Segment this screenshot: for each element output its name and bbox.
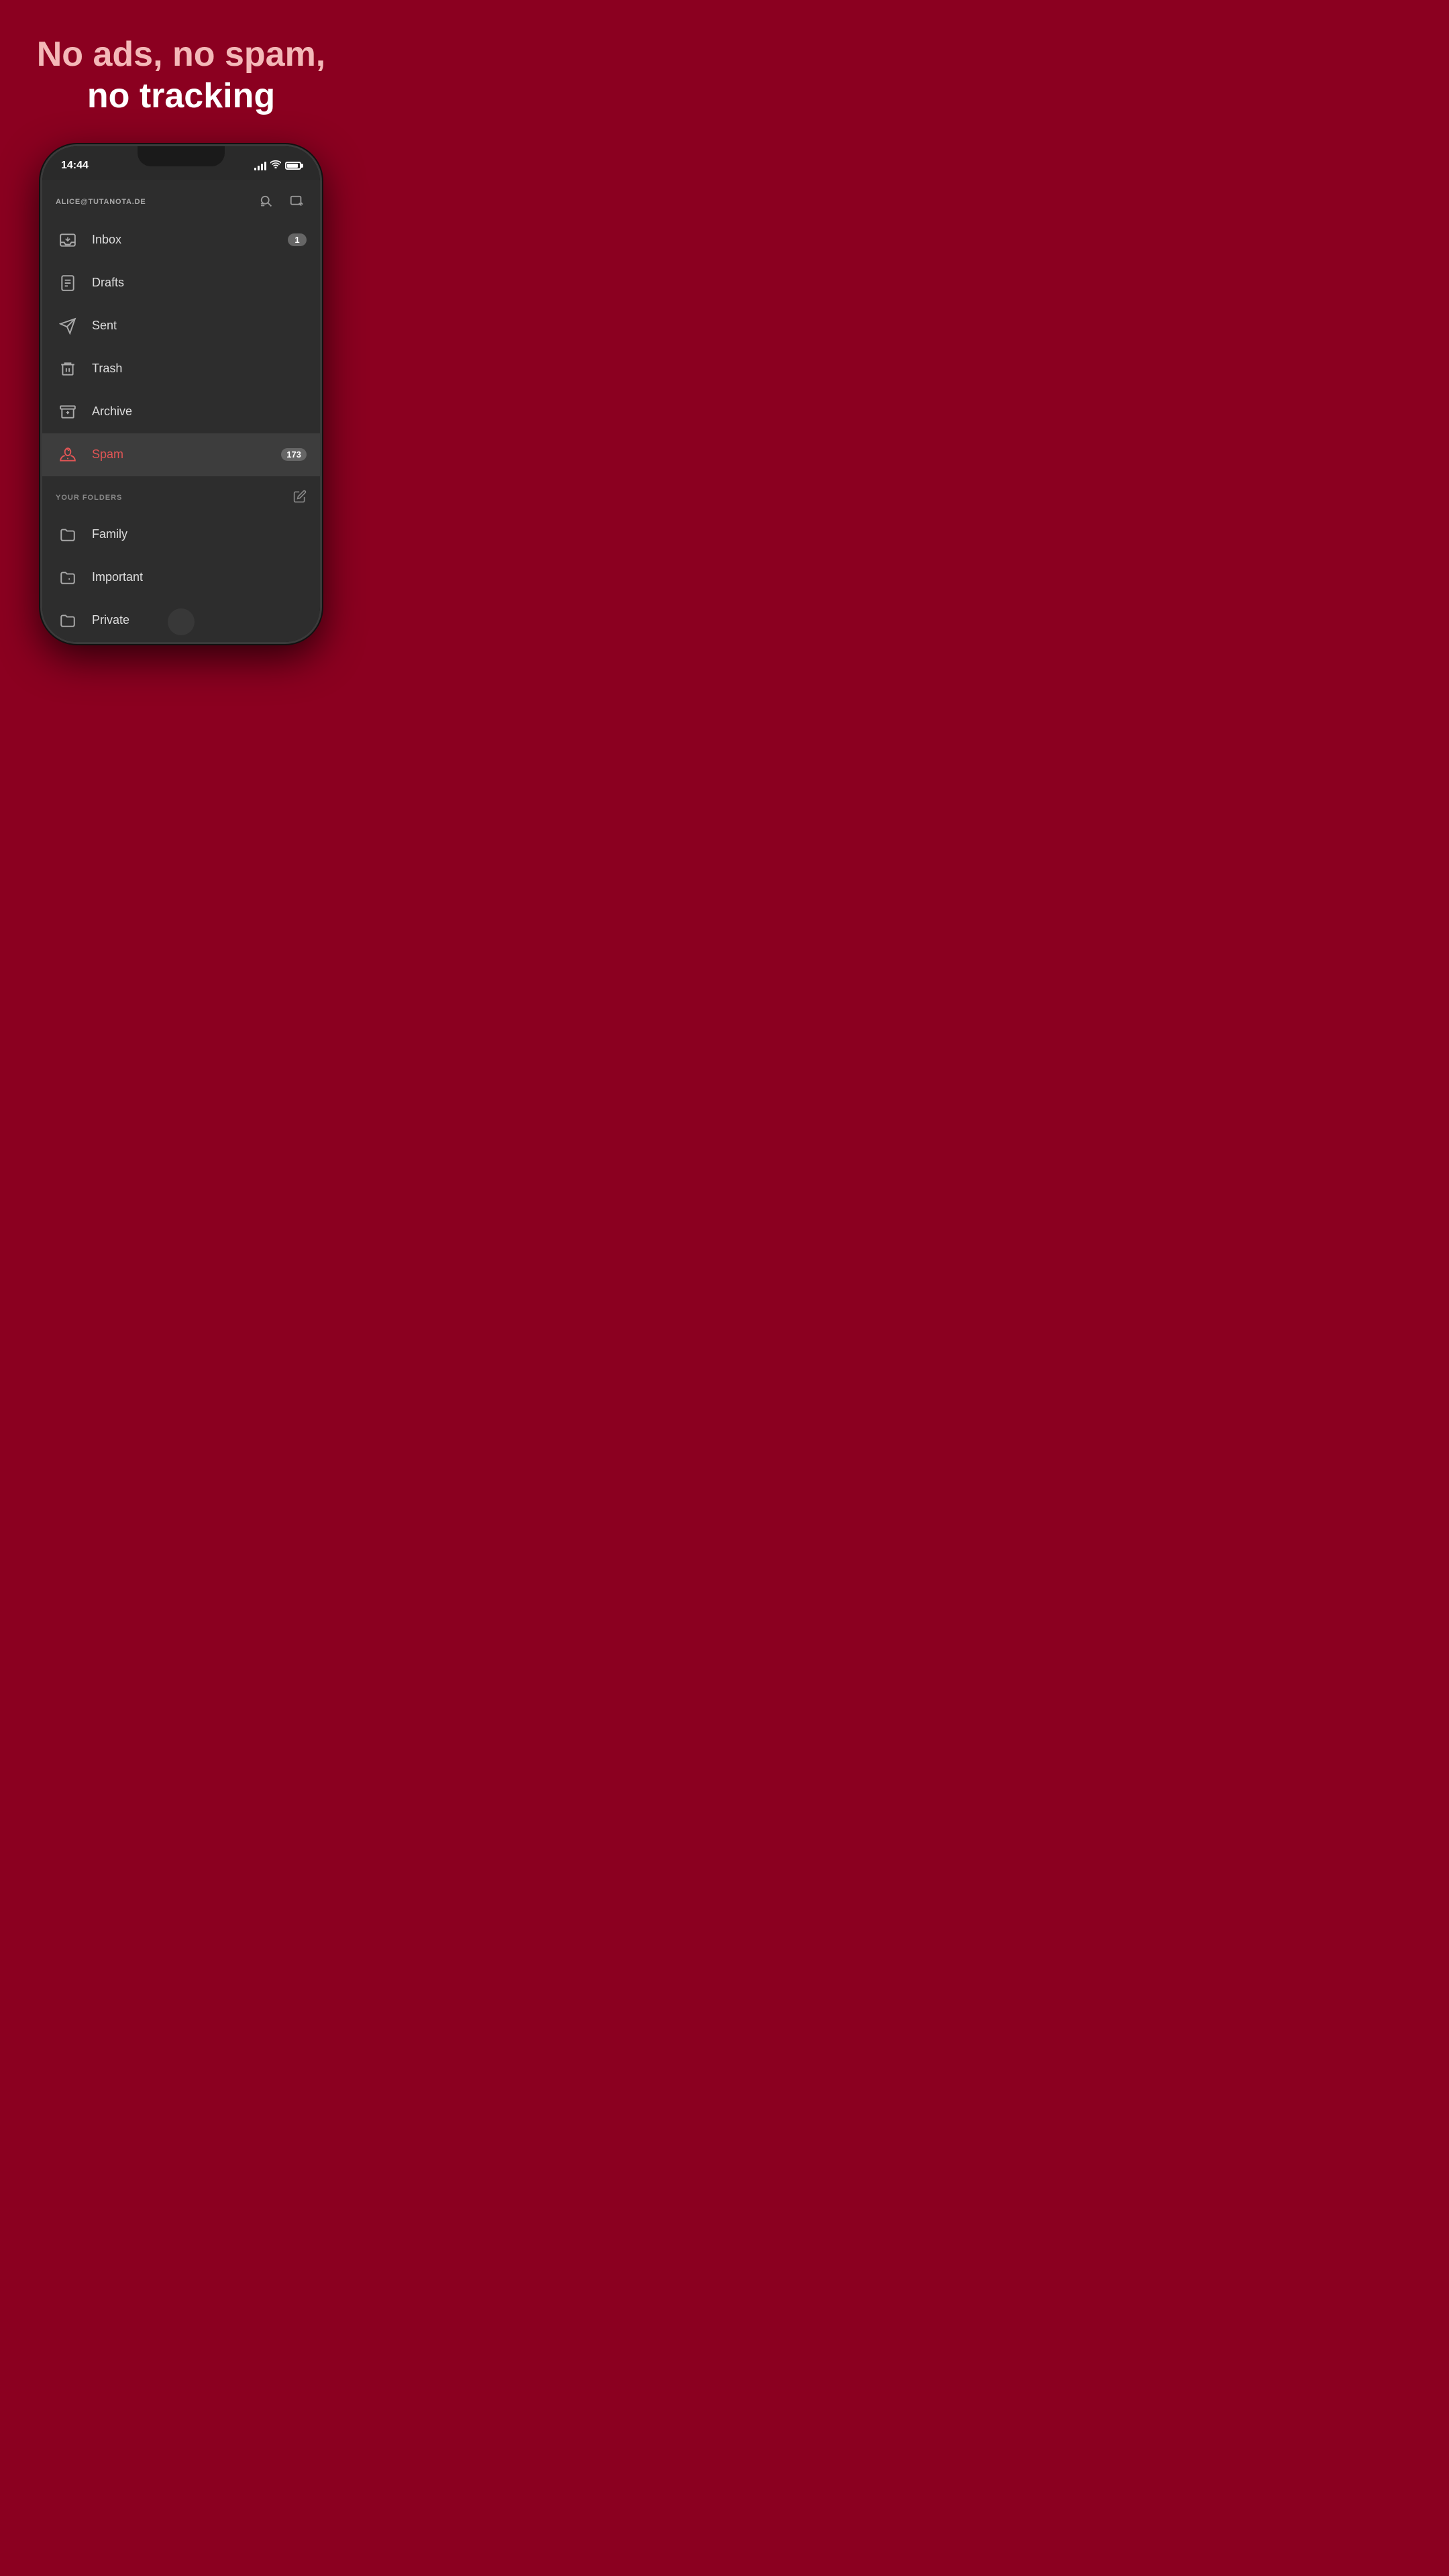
- sidebar-item-trash[interactable]: Trash: [42, 347, 320, 390]
- spam-label: Spam: [92, 447, 281, 462]
- folders-header: YOUR FOLDERS: [42, 476, 320, 513]
- home-indicator: [168, 608, 195, 635]
- archive-label: Archive: [92, 405, 307, 419]
- sidebar-item-family[interactable]: Family: [42, 513, 320, 556]
- archive-icon: [56, 400, 80, 424]
- drafts-icon: [56, 271, 80, 295]
- search-button[interactable]: [257, 192, 277, 212]
- private-folder-label: Private: [92, 613, 307, 627]
- inbox-label: Inbox: [92, 233, 288, 247]
- sidebar-item-sent[interactable]: Sent: [42, 305, 320, 347]
- phone-mockup: 14:44: [40, 144, 322, 644]
- important-folder-label: Important: [92, 570, 307, 584]
- battery-icon: [285, 162, 301, 170]
- phone-frame: 14:44: [40, 144, 322, 644]
- signal-icon: [254, 161, 266, 170]
- family-folder-icon: [56, 523, 80, 547]
- account-header: ALICE@TUTANOTA.DE: [42, 180, 320, 219]
- drafts-label: Drafts: [92, 276, 307, 290]
- sidebar-item-drafts[interactable]: Drafts: [42, 262, 320, 305]
- folders-title: YOUR FOLDERS: [56, 494, 122, 502]
- sidebar-item-archive[interactable]: Archive: [42, 390, 320, 433]
- headline-line1: No ads, no spam,: [37, 35, 326, 74]
- compose-button[interactable]: [286, 192, 307, 212]
- status-icons: [254, 160, 301, 170]
- sent-label: Sent: [92, 319, 307, 333]
- notch: [138, 146, 225, 166]
- folders-edit-button[interactable]: [293, 490, 307, 506]
- account-email: ALICE@TUTANOTA.DE: [56, 198, 146, 206]
- trash-label: Trash: [92, 362, 307, 376]
- spam-icon: [56, 443, 80, 467]
- sent-icon: [56, 314, 80, 338]
- headline: No ads, no spam, no tracking: [10, 0, 353, 138]
- headline-line2: no tracking: [87, 76, 275, 115]
- important-folder-icon: [56, 566, 80, 590]
- spam-badge: 173: [281, 448, 307, 461]
- wifi-icon: [270, 160, 281, 170]
- status-time: 14:44: [61, 160, 89, 172]
- inbox-icon: [56, 228, 80, 252]
- sidebar-item-spam[interactable]: Spam 173: [42, 433, 320, 476]
- inbox-badge: 1: [288, 233, 307, 246]
- header-actions: [257, 192, 307, 212]
- sidebar-item-important[interactable]: Important: [42, 556, 320, 599]
- family-folder-label: Family: [92, 527, 307, 541]
- app-content: ALICE@TUTANOTA.DE: [42, 180, 320, 642]
- private-folder-icon: [56, 608, 80, 633]
- trash-icon: [56, 357, 80, 381]
- sidebar-item-inbox[interactable]: Inbox 1: [42, 219, 320, 262]
- phone-screen: 14:44: [42, 146, 320, 642]
